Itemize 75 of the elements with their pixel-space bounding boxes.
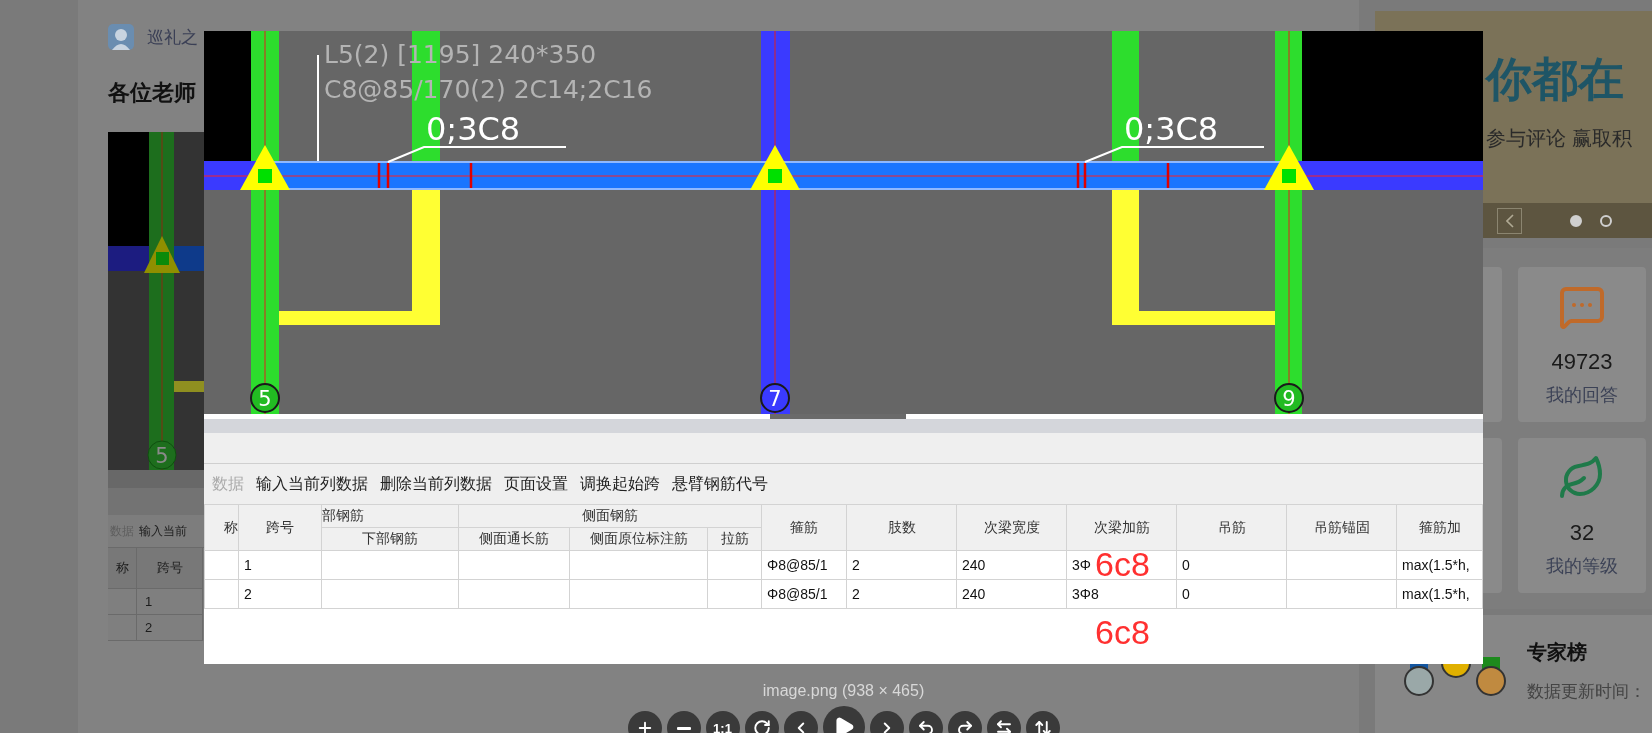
support-icon <box>1264 145 1314 190</box>
rebar-mark <box>1076 163 1080 188</box>
table-cell: 3Φ8 <box>1066 579 1177 609</box>
column-header: 下部钢筋 <box>321 527 459 551</box>
column-header: 箍筋加 <box>1396 504 1483 551</box>
toolbar-item[interactable]: 删除当前列数据 <box>380 473 492 495</box>
chevron-left-icon <box>1505 213 1514 228</box>
table-cell: 2 <box>846 579 957 609</box>
toolbar-item[interactable]: 页面设置 <box>504 473 568 495</box>
panel-title: 专家榜 <box>1527 640 1588 665</box>
column-group-header: 部钢筋 <box>321 504 459 528</box>
column-header: 称 <box>204 504 239 551</box>
table-cell: 0 <box>1176 550 1287 580</box>
support-icon <box>750 145 800 190</box>
rebar-mark <box>1083 163 1087 188</box>
table-cell: 0 <box>1176 579 1287 609</box>
column-header: 吊筋 <box>1176 504 1287 551</box>
table-cell: 2 <box>137 615 203 641</box>
stat-value: 49723 <box>1551 349 1613 375</box>
slide-dot[interactable] <box>1600 214 1612 227</box>
table-cell: 1 <box>137 589 203 615</box>
toolbar-item[interactable]: 悬臂钢筋代号 <box>672 473 768 495</box>
flip-vertical-icon <box>1033 719 1052 733</box>
column-header: 称 <box>108 548 137 589</box>
table-cell <box>108 589 137 615</box>
image-caption: image.png (938 × 465) <box>761 682 926 700</box>
reset-icon <box>752 719 771 733</box>
column-header: 吊筋锚固 <box>1286 504 1397 551</box>
author-name: 巡礼之 <box>147 26 198 49</box>
stat-label: 我的等级 <box>1546 555 1618 578</box>
banner-subtitle: 参与评论 赢取积 <box>1486 125 1633 151</box>
support-icon <box>240 145 290 190</box>
banner-headline: 你都在 <box>1486 52 1625 107</box>
stat-label: 我的回答 <box>1546 384 1618 407</box>
column-header: 跨号 <box>137 548 203 589</box>
rotate-right-icon <box>955 719 974 733</box>
table-cell: 2 <box>238 579 322 609</box>
table-cell: max(1.5*h, <box>1396 550 1483 580</box>
column-header: 侧面原位标注筋 <box>569 527 708 551</box>
table-cell: 2 <box>846 550 957 580</box>
avatar-icon <box>108 24 134 50</box>
rotate-left-icon <box>916 719 935 733</box>
flip-horizontal-icon <box>994 719 1013 733</box>
post-title: 各位老师 <box>108 79 196 107</box>
table-cell <box>108 615 137 641</box>
stat-value: 32 <box>1569 520 1595 546</box>
rebar-mark <box>1166 163 1170 188</box>
axis-label: 5 <box>258 387 272 411</box>
rebar-mark <box>386 163 390 188</box>
update-time-label: 数据更新时间： <box>1527 681 1646 703</box>
toolbar-item[interactable]: 输入当前列数据 <box>256 473 368 495</box>
column-header: 次梁宽度 <box>956 504 1067 551</box>
table-cell: 240 <box>956 550 1067 580</box>
column-header: 跨号 <box>238 504 322 551</box>
column-header: 箍筋 <box>761 504 847 551</box>
zoom-out-icon <box>676 726 691 730</box>
handwritten-note: 6c8 <box>1095 612 1150 652</box>
table-cell: Φ8@85/1 <box>761 550 847 580</box>
table-cell: Φ8@85/1 <box>761 579 847 609</box>
table-cell: 1 <box>238 550 322 580</box>
column-header: 侧面通长筋 <box>458 527 570 551</box>
slide-dot[interactable] <box>1570 214 1582 227</box>
column-header: 次梁加筋 <box>1066 504 1177 551</box>
toolbar-item[interactable]: 调换起始跨 <box>580 473 660 495</box>
axis-label: 7 <box>768 387 782 411</box>
column-group-header: 侧面钢筋 <box>458 504 762 528</box>
splitter-handle[interactable] <box>770 414 906 419</box>
rebar-mark <box>377 163 381 188</box>
cad-thumbnail-drawing: 5 <box>108 132 205 470</box>
column-header: 肢数 <box>846 504 957 551</box>
toolbar-item: 输入当前 <box>139 522 187 540</box>
table-cell: 240 <box>956 579 1067 609</box>
axis-label: 9 <box>1282 387 1296 411</box>
table-cell: max(1.5*h, <box>1396 579 1483 609</box>
rebar-mark <box>469 163 473 188</box>
